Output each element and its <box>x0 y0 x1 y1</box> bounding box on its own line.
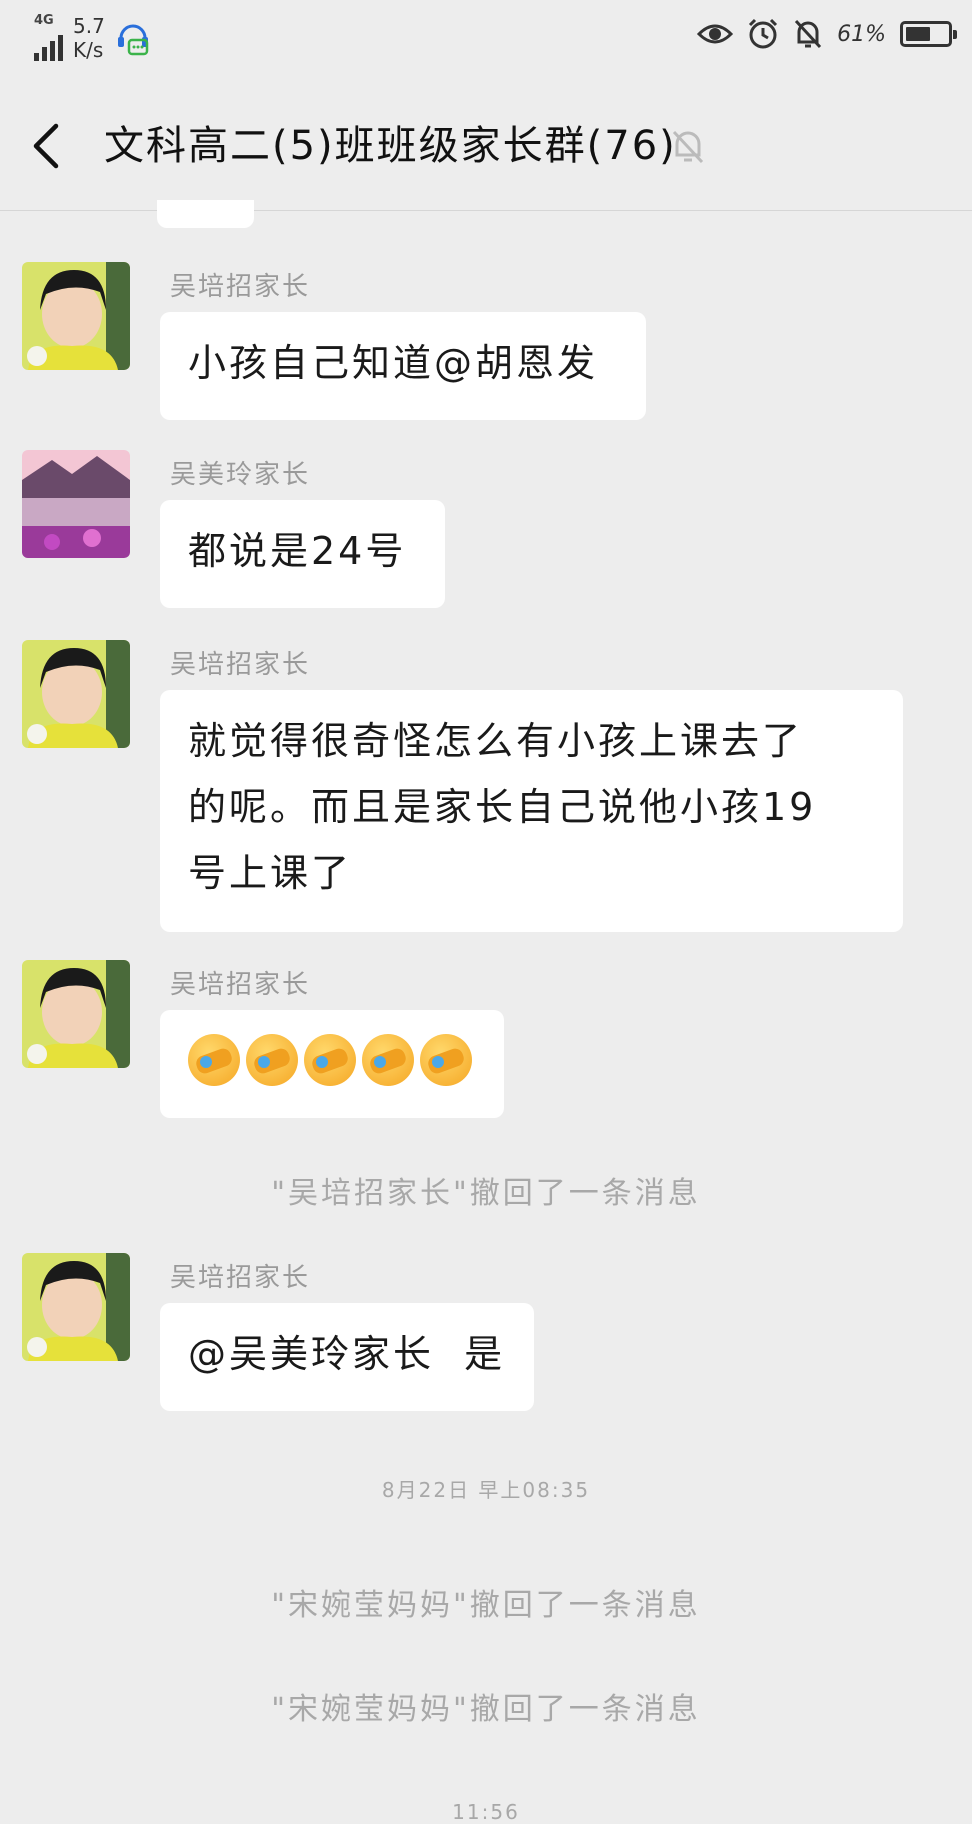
sender-name: 吴培招家长 <box>170 650 311 680</box>
message-text: @吴美玲家长 是 <box>188 1332 506 1376</box>
alarm-icon <box>749 18 778 49</box>
message-bubble[interactable]: @吴美玲家长 是 <box>160 1303 534 1411</box>
muted-bell-icon <box>672 130 704 164</box>
status-bar: 4G 5.7 K/s 61% <box>0 0 972 76</box>
sender-name: 吴培招家长 <box>170 1263 311 1293</box>
emoji-row <box>188 1028 476 1086</box>
back-arrow-icon[interactable] <box>26 120 66 172</box>
network-speed: 5.7 K/s <box>73 14 105 62</box>
avatar[interactable] <box>22 1253 130 1361</box>
avatar-photo <box>22 262 130 370</box>
network-type: 4G <box>34 13 54 28</box>
message-text-line: 就觉得很奇怪怎么有小孩上课去了 <box>188 719 804 763</box>
crying-laughing-emoji-icon <box>188 1034 240 1086</box>
eye-icon <box>697 24 734 44</box>
status-left: 4G 5.7 K/s <box>34 14 151 62</box>
avatar[interactable] <box>22 960 130 1068</box>
crying-laughing-emoji-icon <box>420 1034 472 1086</box>
timestamp: 11:56 <box>452 1800 520 1824</box>
sender-name: 吴培招家长 <box>170 970 311 1000</box>
message-bubble[interactable]: 小孩自己知道@胡恩发 <box>160 312 646 420</box>
recall-notice: "宋婉莹妈妈"撤回了一条消息 <box>271 1692 701 1727</box>
recall-notice: "宋婉莹妈妈"撤回了一条消息 <box>271 1588 701 1623</box>
avatar-photo <box>22 1253 130 1361</box>
crying-laughing-emoji-icon <box>304 1034 356 1086</box>
recall-notice: "吴培招家长"撤回了一条消息 <box>271 1176 701 1211</box>
battery-fill <box>906 27 930 41</box>
sender-name: 吴美玲家长 <box>170 460 311 490</box>
crying-laughing-emoji-icon <box>246 1034 298 1086</box>
sender-name: 吴培招家长 <box>170 272 311 302</box>
previous-message-bubble[interactable] <box>157 200 254 228</box>
mute-bell-icon <box>794 19 822 49</box>
message-text-line: 号上课了 <box>188 851 353 895</box>
chat-header: 文科高二(5)班班级家长群(76) <box>0 76 972 211</box>
status-right: 61% <box>697 18 957 50</box>
battery-icon <box>900 21 957 47</box>
avatar[interactable] <box>22 262 130 370</box>
chat-title: 文科高二(5)班班级家长群(76) <box>104 123 677 169</box>
signal-indicator: 4G <box>34 14 63 61</box>
message-bubble[interactable] <box>160 1010 504 1118</box>
battery-percent: 61% <box>837 21 886 47</box>
headset-chat-icon <box>117 24 149 56</box>
avatar-photo <box>22 640 130 748</box>
message-text-line: 的呢。而且是家长自己说他小孩19 <box>188 785 817 829</box>
avatar[interactable] <box>22 450 130 558</box>
avatar-photo <box>22 450 130 558</box>
message-text: 都说是24号 <box>188 529 407 573</box>
signal-bars-icon <box>34 29 63 61</box>
network-speed-unit: K/s <box>73 38 104 62</box>
avatar-photo <box>22 960 130 1068</box>
crying-laughing-emoji-icon <box>362 1034 414 1086</box>
message-bubble[interactable]: 就觉得很奇怪怎么有小孩上课去了 的呢。而且是家长自己说他小孩19 号上课了 <box>160 690 903 932</box>
timestamp: 8月22日 早上08:35 <box>381 1478 591 1502</box>
avatar[interactable] <box>22 640 130 748</box>
network-speed-value: 5.7 <box>73 14 105 38</box>
message-text: 小孩自己知道@胡恩发 <box>188 341 599 385</box>
message-bubble[interactable]: 都说是24号 <box>160 500 445 608</box>
